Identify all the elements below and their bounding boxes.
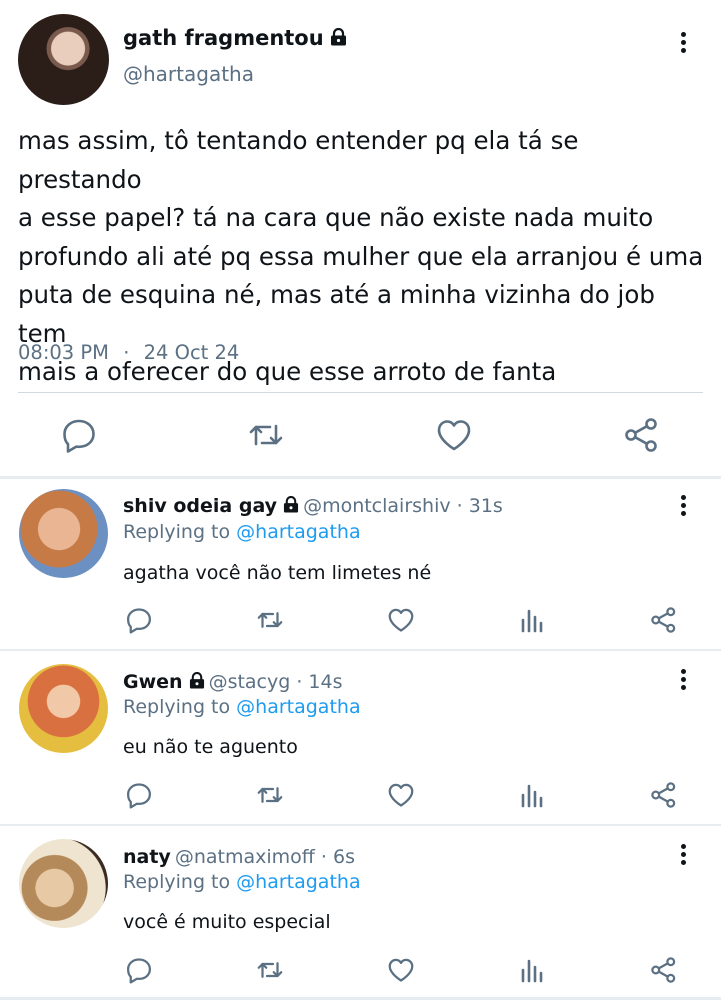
analytics-icon[interactable]: [517, 780, 547, 810]
replying-to-prefix: Replying to: [123, 696, 237, 718]
reply-author-name[interactable]: shiv odeia gay: [123, 495, 277, 517]
retweet-icon[interactable]: [255, 955, 285, 985]
replying-to-link[interactable]: @hartagatha: [236, 871, 360, 893]
lock-icon: [189, 672, 205, 689]
tweet-date: 24 Oct 24: [143, 341, 240, 364]
reply-icon[interactable]: [124, 605, 154, 635]
tweet-text-line: mas assim, tô tentando entender pq ela t…: [18, 126, 579, 194]
more-options-icon[interactable]: [679, 669, 687, 693]
reply-author-name[interactable]: Gwen: [123, 671, 183, 693]
reply-tweet[interactable]: Gwen @stacyg · 14s Replying to @hartagath…: [0, 651, 721, 823]
retweet-icon[interactable]: [246, 415, 286, 455]
replying-to: Replying to @hartagatha: [123, 871, 361, 893]
lock-icon: [283, 496, 299, 513]
reply-icon[interactable]: [59, 415, 99, 455]
more-options-icon[interactable]: [679, 32, 687, 56]
like-icon[interactable]: [386, 780, 416, 810]
author-name-text: gath fragmentou: [123, 26, 324, 50]
share-icon[interactable]: [622, 415, 662, 455]
divider: [18, 392, 703, 393]
reply-author-name[interactable]: naty: [123, 846, 171, 868]
author-avatar[interactable]: [18, 14, 109, 105]
reply-avatar[interactable]: [19, 664, 108, 753]
reply-author-handle[interactable]: @montclairshiv: [303, 495, 451, 517]
replying-to-link[interactable]: @hartagatha: [236, 696, 360, 718]
share-icon[interactable]: [649, 955, 679, 985]
replying-to-prefix: Replying to: [123, 871, 237, 893]
analytics-icon[interactable]: [517, 605, 547, 635]
reply-text: eu não te aguento: [123, 736, 298, 758]
more-options-icon[interactable]: [679, 844, 687, 868]
author-handle[interactable]: @hartagatha: [123, 62, 254, 86]
reply-avatar[interactable]: [19, 489, 108, 578]
tweet-timestamp[interactable]: 08:03 PM · 24 Oct 24: [18, 341, 239, 364]
retweet-icon[interactable]: [255, 780, 285, 810]
reply-author-handle[interactable]: @natmaximoff: [175, 846, 315, 868]
reply-author-handle[interactable]: @stacyg: [209, 671, 291, 693]
reply-avatar[interactable]: [19, 839, 108, 928]
main-tweet: gath fragmentou @hartagatha mas assim, t…: [0, 0, 721, 478]
reply-age: · 14s: [290, 671, 343, 693]
reply-icon[interactable]: [124, 780, 154, 810]
reply-tweet[interactable]: shiv odeia gay @montclairshiv · 31s Reply…: [0, 479, 721, 651]
retweet-icon[interactable]: [255, 605, 285, 635]
reply-header: shiv odeia gay @montclairshiv · 31s: [123, 495, 503, 517]
reply-text: você é muito especial: [123, 911, 331, 933]
tweet-text-line: profundo ali até pq essa mulher que ela …: [18, 241, 704, 271]
lock-icon: [330, 28, 347, 46]
reply-tweet[interactable]: naty @natmaximoff · 6s Replying to @harta…: [0, 826, 721, 998]
share-icon[interactable]: [649, 780, 679, 810]
like-icon[interactable]: [386, 955, 416, 985]
replying-to-prefix: Replying to: [123, 521, 237, 543]
replying-to-link[interactable]: @hartagatha: [236, 521, 360, 543]
like-icon[interactable]: [434, 415, 474, 455]
reply-age: · 6s: [314, 846, 355, 868]
replying-to: Replying to @hartagatha: [123, 521, 361, 543]
reply-icon[interactable]: [124, 955, 154, 985]
like-icon[interactable]: [386, 605, 416, 635]
author-name[interactable]: gath fragmentou: [123, 26, 347, 50]
tweet-text-line: a esse papel? tá na cara que não existe …: [18, 203, 654, 232]
reply-header: naty @natmaximoff · 6s: [123, 846, 355, 868]
share-icon[interactable]: [649, 605, 679, 635]
reply-age: · 31s: [450, 495, 503, 517]
analytics-icon[interactable]: [517, 955, 547, 985]
reply-header: Gwen @stacyg · 14s: [123, 671, 343, 693]
tweet-time: 08:03 PM: [18, 341, 109, 364]
more-options-icon[interactable]: [679, 495, 687, 519]
reply-text: agatha você não tem limetes né: [123, 562, 432, 584]
timestamp-separator: ·: [123, 341, 130, 364]
replying-to: Replying to @hartagatha: [123, 696, 361, 718]
